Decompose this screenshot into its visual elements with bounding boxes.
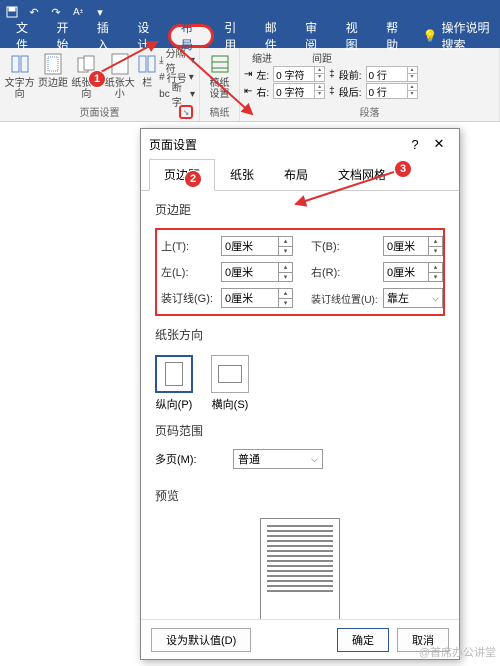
tab-mailings[interactable]: 邮件 [255,24,295,48]
gutter-position-select[interactable]: 靠左 [383,288,443,308]
orientation-section-title: 纸张方向 [155,326,445,343]
text-direction-button[interactable]: 文字方向 [4,50,35,100]
multi-pages-select[interactable]: 普通 [233,449,323,469]
margins-button[interactable]: 页边距 [37,50,68,89]
tell-me[interactable]: 💡操作说明搜索 [423,24,500,48]
orientation-landscape[interactable]: 横向(S) [211,355,249,412]
annotation-badge-2: 2 [184,170,202,188]
margin-bottom-input[interactable]: ▴▾ [383,236,443,256]
gutter-input[interactable]: ▴▾ [221,288,293,308]
bulb-icon: 💡 [423,29,438,43]
annotation-badge-3: 3 [394,160,412,178]
help-icon[interactable]: ? [403,137,427,152]
tab-help[interactable]: 帮助 [376,24,416,48]
margin-right-input[interactable]: ▴▾ [383,262,443,282]
tab-view[interactable]: 视图 [336,24,376,48]
margins-grid: 上(T): ▴▾ 下(B): ▴▾ 左(L): ▴▾ 右(R): ▴▾ 装订线(… [155,228,445,316]
save-icon[interactable] [4,4,20,20]
close-icon[interactable]: ✕ [427,136,451,152]
margin-left-input[interactable]: ▴▾ [221,262,293,282]
ok-button[interactable]: 确定 [337,628,389,652]
preview-pane [155,518,445,619]
page-setup-group-label: 页面设置 [80,108,120,119]
pages-section-title: 页码范围 [155,422,445,439]
undo-icon[interactable]: ↶ [26,4,42,20]
spacing-after-input[interactable]: ▴▾ [366,83,418,99]
redo-icon[interactable]: ↷ [48,4,64,20]
tab-file[interactable]: 文件 [6,24,46,48]
margin-top-input[interactable]: ▴▾ [221,236,293,256]
dialog-tab-margins[interactable]: 页边距 [149,159,215,191]
set-default-button[interactable]: 设为默认值(D) [151,628,251,652]
preview-section-title: 预览 [155,487,445,504]
dialog-tab-paper[interactable]: 纸张 [215,159,269,190]
dialog-title: 页面设置 [149,136,197,153]
spacing-label: 间距 [312,50,332,65]
tab-home[interactable]: 开始 [46,24,86,48]
font-size-icon[interactable]: A± [70,4,86,20]
annotation-badge-1: 1 [88,70,106,88]
paragraph-group-label: 段落 [244,104,495,121]
spacing-before-input[interactable]: ▴▾ [366,66,418,82]
watermark: @首席办公讲堂 [419,644,496,660]
tab-review[interactable]: 审阅 [295,24,335,48]
indent-left-input[interactable]: ▴▾ [273,66,325,82]
indent-right-input[interactable]: ▴▾ [273,83,325,99]
orientation-portrait[interactable]: 纵向(P) [155,355,193,412]
qat-more-icon[interactable]: ▾ [92,4,108,20]
